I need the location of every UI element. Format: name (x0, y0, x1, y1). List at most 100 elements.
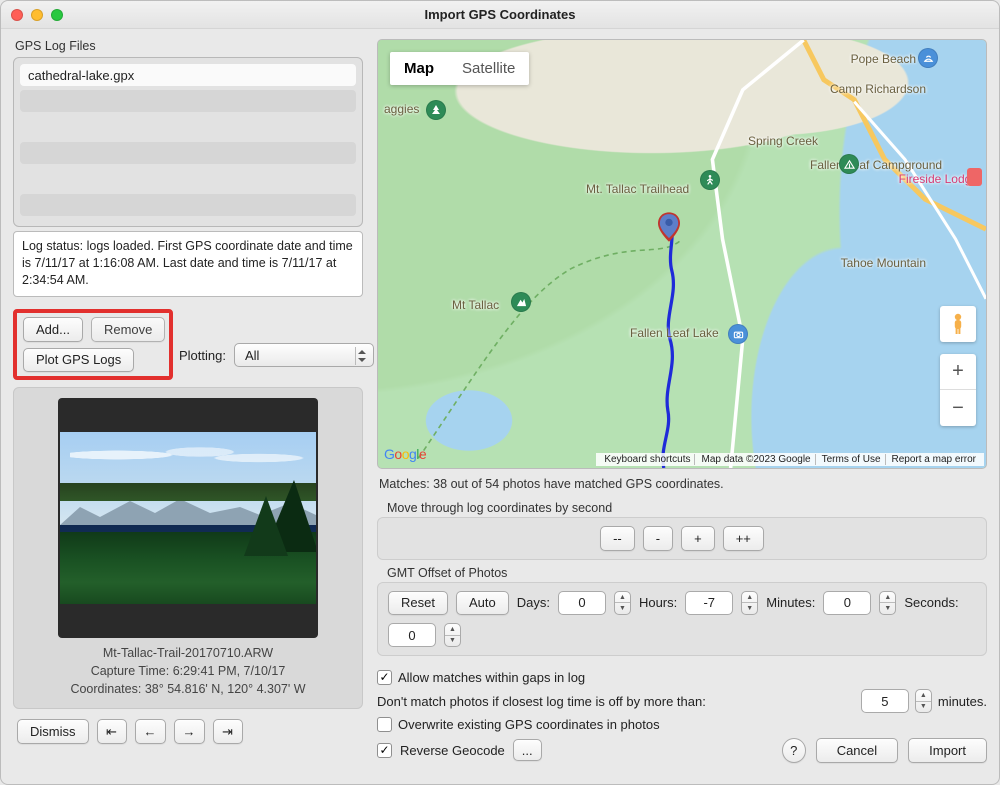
map-zoom-controls: + − (940, 354, 976, 426)
map-tab-satellite[interactable]: Satellite (448, 52, 529, 85)
window-close-button[interactable] (11, 9, 23, 21)
gmt-offset-label: GMT Offset of Photos (387, 566, 987, 580)
tree-poi-icon[interactable] (426, 100, 446, 120)
allow-gaps-label: Allow matches within gaps in log (398, 670, 585, 685)
gps-marker-icon[interactable] (658, 212, 680, 242)
plot-gps-logs-button[interactable]: Plot GPS Logs (23, 348, 134, 373)
map-attribution: Keyboard shortcuts Map data ©2023 Google… (596, 453, 984, 466)
chevron-updown-icon (355, 347, 369, 365)
coordinates-label: Coordinates: (70, 682, 144, 696)
peak-poi-icon[interactable] (511, 292, 531, 312)
reset-offset-button[interactable]: Reset (388, 591, 448, 616)
move-through-label: Move through log coordinates by second (387, 501, 987, 515)
dont-match-label: Don't match photos if closest log time i… (377, 694, 706, 709)
plotting-value: All (245, 348, 259, 363)
auto-offset-button[interactable]: Auto (456, 591, 509, 616)
lodging-poi-icon[interactable] (967, 168, 982, 186)
reverse-geocode-options-button[interactable]: ... (513, 739, 542, 761)
map-label-camp-richardson: Camp Richardson (830, 82, 926, 96)
list-row-empty (20, 90, 356, 112)
plotting-select[interactable]: All (234, 343, 374, 367)
move-forward-fast-button[interactable]: ++ (723, 526, 764, 551)
window-minimize-button[interactable] (31, 9, 43, 21)
list-row-empty (20, 142, 356, 164)
gps-log-files-label: GPS Log Files (15, 39, 363, 53)
map-type-toggle: Map Satellite (390, 52, 529, 85)
dont-match-suffix: minutes. (938, 694, 987, 709)
map-pane[interactable]: Pope Beach Camp Richardson Spring Creek … (377, 39, 987, 469)
window-title: Import GPS Coordinates (1, 7, 999, 22)
gps-log-file-name: cathedral-lake.gpx (28, 68, 134, 83)
camera-poi-icon[interactable] (728, 324, 748, 344)
seconds-label: Seconds: (904, 595, 958, 610)
allow-gaps-checkbox[interactable] (377, 670, 392, 685)
add-button[interactable]: Add... (23, 317, 83, 342)
prev-photo-button[interactable]: ← (135, 719, 166, 744)
hours-field[interactable]: -7 (685, 591, 733, 615)
map-label-mt-tallac: Mt Tallac (452, 298, 499, 312)
list-row-empty (20, 116, 356, 138)
zoom-in-button[interactable]: + (940, 354, 976, 390)
matches-status: Matches: 38 out of 54 photos have matche… (379, 477, 985, 491)
tent-poi-icon[interactable] (839, 154, 859, 174)
map-label-pope-beach: Pope Beach (851, 52, 916, 66)
map-report-link[interactable]: Report a map error (888, 454, 980, 465)
seconds-field[interactable]: 0 (388, 623, 436, 647)
dont-match-minutes-field[interactable]: 5 (861, 689, 909, 713)
map-keyboard-shortcuts-link[interactable]: Keyboard shortcuts (600, 454, 695, 465)
move-back-fast-button[interactable]: -- (600, 526, 635, 551)
google-logo: Google (384, 446, 426, 462)
beach-poi-icon[interactable] (918, 48, 938, 68)
remove-button[interactable]: Remove (91, 317, 165, 342)
cancel-button[interactable]: Cancel (816, 738, 898, 763)
map-label-aggies: aggies (384, 102, 419, 116)
overwrite-checkbox[interactable] (377, 717, 392, 732)
list-row-empty (20, 194, 356, 216)
titlebar: Import GPS Coordinates (1, 1, 999, 29)
streetview-pegman-icon[interactable] (940, 306, 976, 342)
minutes-stepper[interactable]: ▲▼ (879, 591, 896, 615)
move-back-button[interactable]: - (643, 526, 673, 551)
gps-log-file-item[interactable]: cathedral-lake.gpx (20, 64, 356, 86)
reverse-geocode-label: Reverse Geocode (400, 743, 505, 758)
list-row-empty (20, 168, 356, 190)
days-stepper[interactable]: ▲▼ (614, 591, 631, 615)
log-status-text: Log status: logs loaded. First GPS coord… (13, 231, 363, 297)
photo-thumbnail[interactable] (58, 398, 318, 638)
map-label-tahoe-mountain: Tahoe Mountain (841, 256, 926, 270)
map-tab-map[interactable]: Map (390, 52, 448, 85)
hiker-poi-icon[interactable] (700, 170, 720, 190)
minutes-field[interactable]: 0 (823, 591, 871, 615)
capture-time-label: Capture Time: (91, 664, 173, 678)
last-photo-button[interactable]: ⇥ (213, 719, 243, 744)
photo-filename: Mt-Tallac-Trail-20170710.ARW (70, 644, 305, 662)
move-forward-button[interactable]: + (681, 526, 715, 551)
next-photo-button[interactable]: → (174, 719, 205, 744)
overwrite-label: Overwrite existing GPS coordinates in ph… (398, 717, 660, 732)
days-label: Days: (517, 595, 550, 610)
coordinates-value: 38° 54.816' N, 120° 4.307' W (145, 682, 306, 696)
window-zoom-button[interactable] (51, 9, 63, 21)
days-field[interactable]: 0 (558, 591, 606, 615)
capture-time-value: 6:29:41 PM, 7/10/17 (173, 664, 286, 678)
first-photo-button[interactable]: ⇤ (97, 719, 127, 744)
photo-preview-card: Mt-Tallac-Trail-20170710.ARW Capture Tim… (13, 387, 363, 709)
map-data-label: Map data ©2023 Google (697, 454, 815, 465)
plotting-label: Plotting: (179, 348, 226, 363)
map-terms-link[interactable]: Terms of Use (818, 454, 886, 465)
dismiss-button[interactable]: Dismiss (17, 719, 89, 744)
map-label-fallen-lake: Fallen Leaf Lake (630, 326, 719, 340)
seconds-stepper[interactable]: ▲▼ (444, 623, 461, 647)
reverse-geocode-checkbox[interactable] (377, 743, 392, 758)
map-label-mt-tallac-th: Mt. Tallac Trailhead (586, 182, 689, 196)
import-button[interactable]: Import (908, 738, 987, 763)
help-button[interactable]: ? (782, 738, 806, 763)
hours-label: Hours: (639, 595, 677, 610)
zoom-out-button[interactable]: − (940, 390, 976, 426)
map-label-spring-creek: Spring Creek (748, 134, 818, 148)
callout-highlight: Add... Remove Plot GPS Logs (13, 309, 173, 380)
dont-match-minutes-stepper[interactable]: ▲▼ (915, 689, 932, 713)
import-gps-window: Import GPS Coordinates GPS Log Files cat… (0, 0, 1000, 785)
hours-stepper[interactable]: ▲▼ (741, 591, 758, 615)
gps-log-file-list[interactable]: cathedral-lake.gpx (13, 57, 363, 227)
